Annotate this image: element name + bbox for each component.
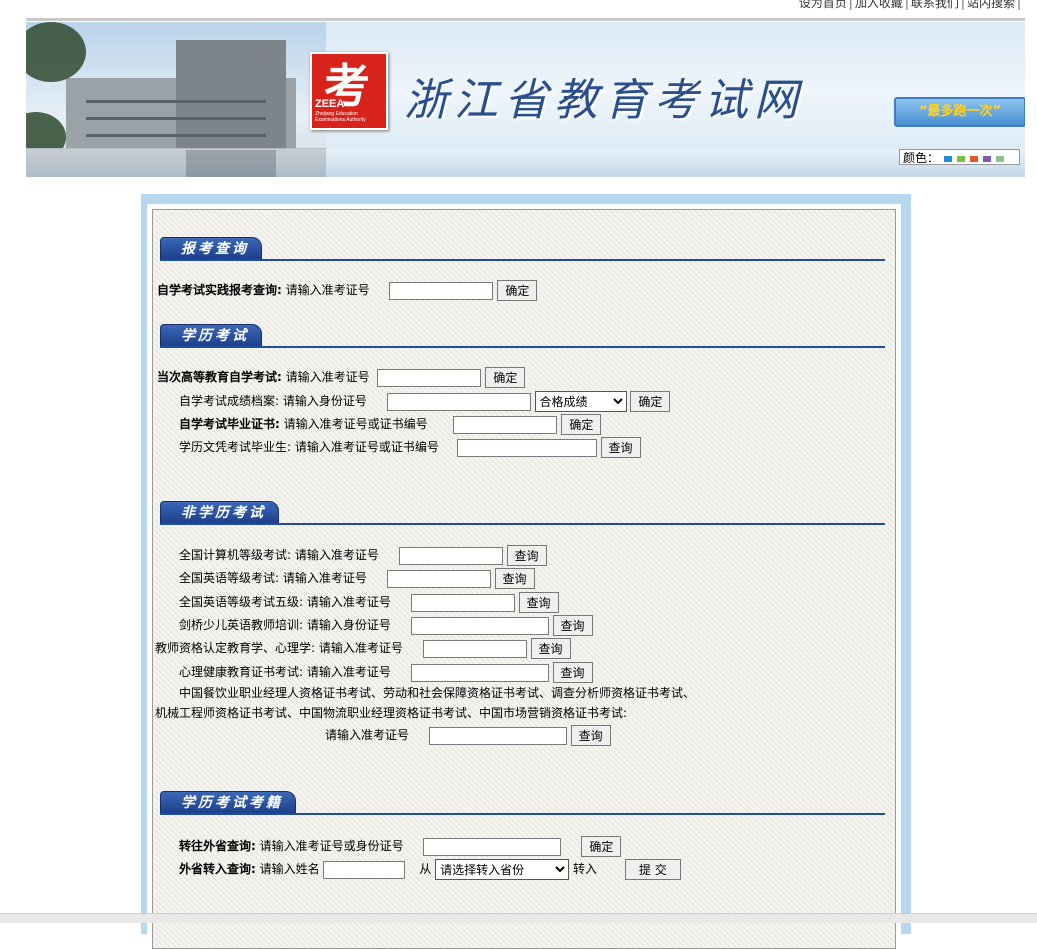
current-confirm-button[interactable]: 确定 [485,367,526,388]
diploma-query-button[interactable]: 查询 [600,437,641,458]
baokao-practice-row: 自学考试实践报考查询: 请输入准考证号 确定 [157,280,538,301]
diploma-graduate-row: 学历文凭考试毕业生: 请输入准考证号或证书编号 查询 [179,437,641,458]
color-label: 颜色： [903,151,940,165]
site-search-link[interactable]: 站内搜索 [967,0,1015,10]
section-header-xueli: 学历考试 [160,324,885,348]
zeea-logo: 考 ZEEA Zhejiang Education Examinations Au… [310,52,388,130]
pets-exam-number-input[interactable] [386,569,491,588]
section-title: 非学历考试 [160,501,279,525]
color-swatch-purple[interactable] [983,155,992,162]
slogan-badge: “最多跑一次” [894,97,1025,127]
cambridge-query-button[interactable]: 查询 [552,615,593,636]
practice-confirm-button[interactable]: 确定 [497,280,538,301]
top-links: 设为首页 | 加入收藏 | 联系我们 | 站内搜索 | [799,0,1023,11]
query-panel-frame: 报考查询 自学考试实践报考查询: 请输入准考证号 确定 学历考试 当次高等教育自… [141,194,911,949]
mental-health-exam-number-input[interactable] [410,663,549,682]
teacher-cert-row: 教师资格认定教育学、心理学: 请输入准考证号 查询 [155,638,571,659]
teacher-query-button[interactable]: 查询 [530,638,571,659]
section-title: 学历考试 [160,324,262,348]
pets-query-button[interactable]: 查询 [494,568,535,589]
contact-us-link[interactable]: 联系我们 [911,0,959,10]
graduation-confirm-button[interactable]: 确定 [561,414,602,435]
color-swatch-lightgreen[interactable] [996,155,1005,162]
section-header-baokao: 报考查询 [160,237,885,261]
ncre-row: 全国计算机等级考试: 请输入准考证号 查询 [179,545,547,566]
transfer-out-row: 转往外省查询: 请输入准考证号或身份证号 确定 [179,836,622,857]
site-banner: 考 ZEEA Zhejiang Education Examinations Au… [26,22,1025,177]
transfer-out-id-input[interactable] [423,837,562,856]
score-type-select[interactable]: 合格成绩 [534,391,627,412]
transfer-out-confirm-button[interactable]: 确定 [581,836,622,857]
pets5-query-button[interactable]: 查询 [518,592,559,613]
add-favorite-link[interactable]: 加入收藏 [855,0,903,10]
top-divider [26,18,1025,21]
transfer-in-row: 外省转入查询: 请输入姓名 从 请选择转入省份 转入 提 交 [179,859,681,880]
score-archive-row: 自学考试成绩档案: 请输入身份证号 合格成绩 确定 [179,391,671,412]
pets5-row: 全国英语等级考试五级: 请输入准考证号 查询 [179,592,559,613]
cambridge-row: 剑桥少儿英语教师培训: 请输入身份证号 查询 [179,615,593,636]
color-switcher: 颜色： [899,149,1020,165]
pets5-exam-number-input[interactable] [410,593,515,612]
banner-bottom-strip [26,149,1025,177]
vocational-exam-number-input[interactable] [428,726,567,745]
transfer-in-name-input[interactable] [323,860,406,879]
score-confirm-button[interactable]: 确定 [630,391,671,412]
query-panel: 报考查询 自学考试实践报考查询: 请输入准考证号 确定 学历考试 当次高等教育自… [152,209,896,949]
section-header-xuji: 学历考试考籍 [160,791,885,815]
section-title: 学历考试考籍 [160,791,296,815]
graduation-cert-row: 自学考试毕业证书: 请输入准考证号或证书编号 确定 [179,414,602,435]
site-title: 浙江省教育考试网 [404,75,804,126]
mental-health-query-button[interactable]: 查询 [552,662,593,683]
color-swatch-orange[interactable] [970,155,979,162]
vocational-cert-row: 请输入准考证号 查询 [325,725,611,746]
score-id-number-input[interactable] [386,392,531,411]
diploma-cert-input[interactable] [456,438,597,457]
mental-health-row: 心理健康教育证书考试: 请输入准考证号 查询 [179,662,593,683]
vocational-cert-line-1: 中国餐饮业职业经理人资格证书考试、劳动和社会保障资格证书考试、调查分析师资格证书… [179,686,696,700]
vocational-query-button[interactable]: 查询 [570,725,611,746]
province-select[interactable]: 请选择转入省份 [435,859,570,880]
section-title: 报考查询 [160,237,262,261]
color-swatch-blue[interactable] [944,155,953,162]
practice-exam-number-input[interactable] [389,281,494,300]
self-study-current-row: 当次高等教育自学考试: 请输入准考证号 确定 [157,367,526,388]
current-exam-number-input[interactable] [377,368,482,387]
set-home-link[interactable]: 设为首页 [799,0,847,10]
graduation-cert-input[interactable] [453,415,558,434]
vocational-cert-line-2: 机械工程师资格证书考试、中国物流职业经理资格证书考试、中国市场营销资格证书考试: [155,706,628,720]
ncre-exam-number-input[interactable] [398,546,503,565]
transfer-in-submit-button[interactable]: 提 交 [624,859,681,880]
section-header-feixueli: 非学历考试 [160,501,885,525]
color-swatch-green[interactable] [957,155,966,162]
pets-row: 全国英语等级考试: 请输入准考证号 查询 [179,568,535,589]
cambridge-id-input[interactable] [410,616,549,635]
teacher-exam-number-input[interactable] [422,639,527,658]
ncre-query-button[interactable]: 查询 [506,545,547,566]
